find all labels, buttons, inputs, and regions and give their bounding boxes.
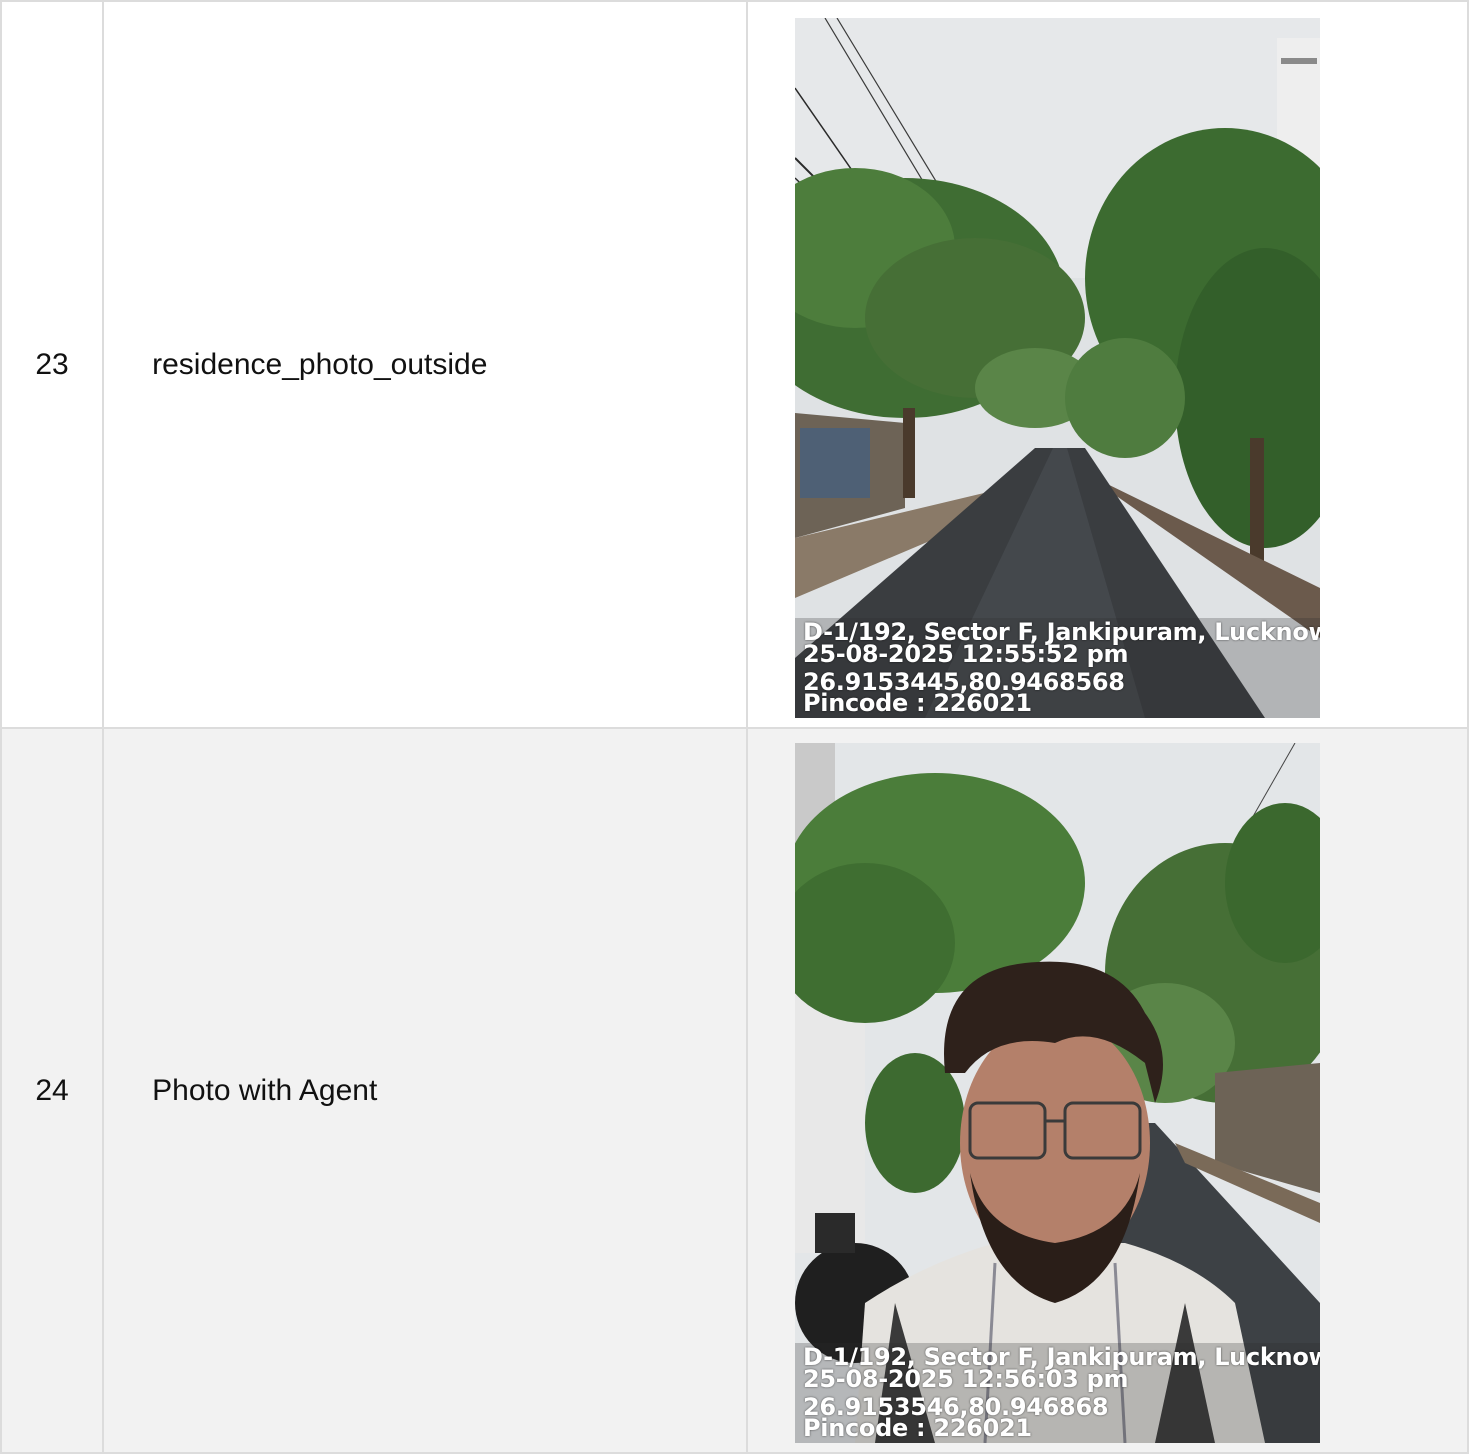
table-row: 24 Photo with Agent D-1/192, Sector F, J…: [0, 727, 1469, 1454]
row-number: 23: [0, 0, 105, 729]
photo-cell: D-1/192, Sector F, Jankipuram, Lucknow, …: [746, 0, 1469, 729]
row-number: 24: [0, 727, 105, 1454]
datetime-stamp: 25-08-2025 12:55:52 pm: [803, 640, 1129, 668]
pincode-stamp: Pincode : 226021: [803, 689, 1032, 717]
photo-cell: D-1/192, Sector F, Jankipuram, Lucknow, …: [746, 727, 1469, 1454]
row-label: residence_photo_outside: [102, 0, 748, 729]
street-photo-icon: [795, 18, 1320, 718]
datetime-stamp: 25-08-2025 12:56:03 pm: [803, 1365, 1129, 1393]
row-label: Photo with Agent: [102, 727, 748, 1454]
table-row: 23 residence_photo_outside D-1/192, Sect…: [0, 0, 1469, 729]
pincode-stamp: Pincode : 226021: [803, 1414, 1032, 1442]
photo-report-table: 23 residence_photo_outside D-1/192, Sect…: [0, 0, 1469, 1454]
residence-outside-photo[interactable]: D-1/192, Sector F, Jankipuram, Lucknow, …: [795, 18, 1320, 718]
selfie-photo-icon: [795, 743, 1320, 1443]
agent-selfie-photo[interactable]: D-1/192, Sector F, Jankipuram, Lucknow, …: [795, 743, 1320, 1443]
